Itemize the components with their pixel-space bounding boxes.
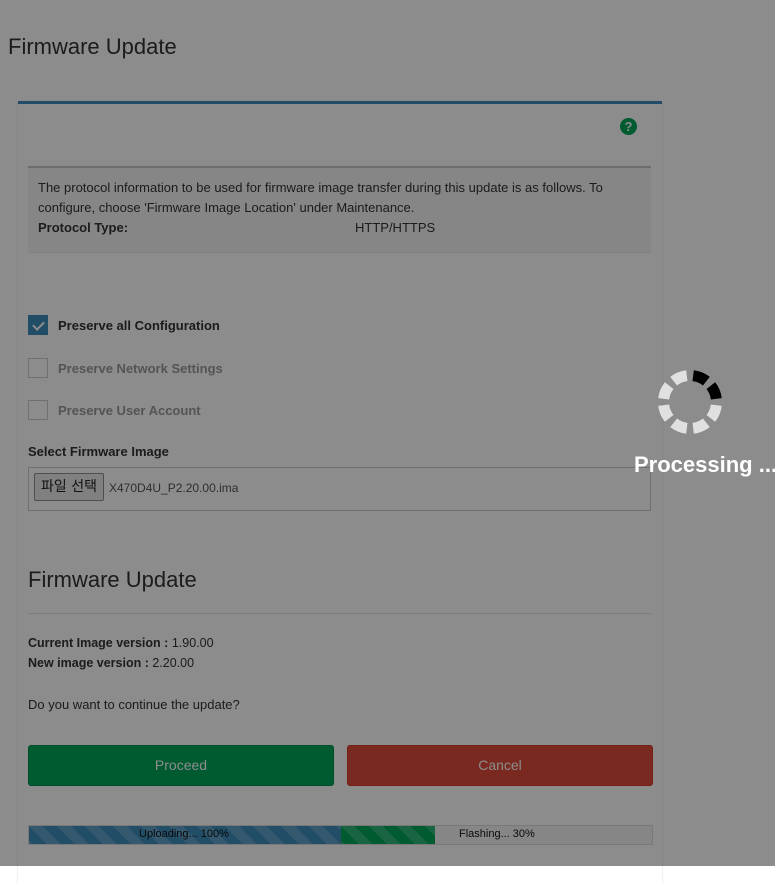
loading-spinner-icon — [658, 370, 722, 434]
processing-text: Processing ... — [634, 452, 775, 477]
processing-overlay: Processing ... — [0, 0, 775, 866]
spinner-segment — [692, 418, 710, 434]
spinner-segment — [658, 382, 674, 400]
spinner-segment — [706, 382, 722, 400]
spinner-segment — [692, 370, 710, 386]
spinner-segment — [670, 418, 688, 434]
spinner-segment — [670, 370, 688, 386]
spinner-segment — [658, 404, 674, 422]
spinner-segment — [706, 404, 722, 422]
